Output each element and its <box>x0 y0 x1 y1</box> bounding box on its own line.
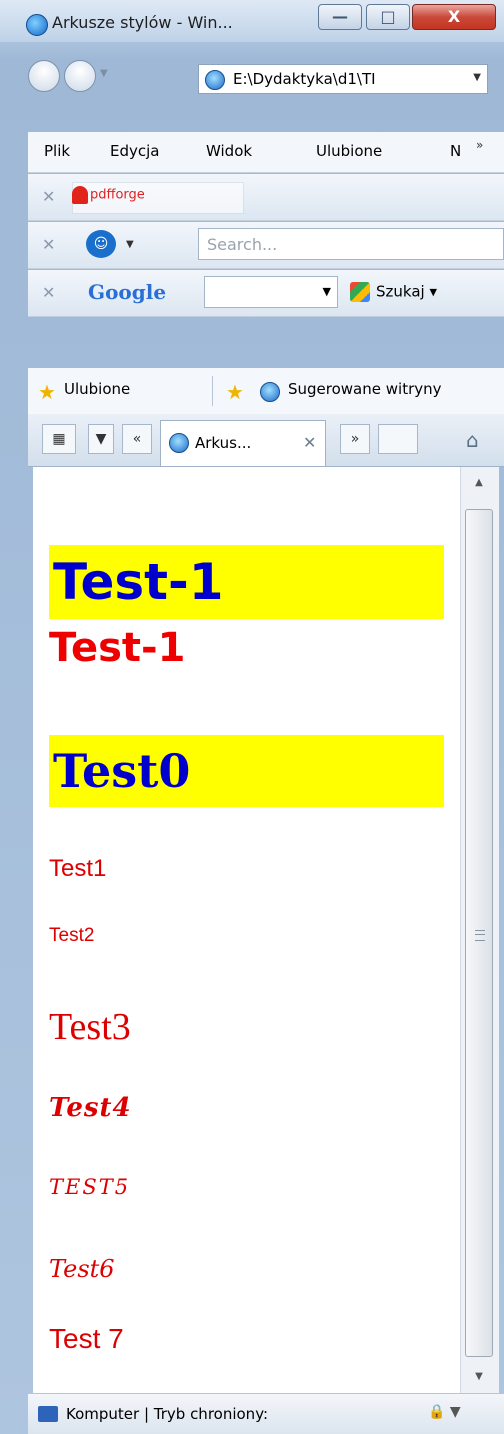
test0-highlighted: Test0 <box>49 735 444 807</box>
chat-bubble-icon[interactable]: ☺ <box>86 230 116 258</box>
menu-widok[interactable]: Widok <box>206 142 252 160</box>
close-button[interactable]: X <box>412 4 496 30</box>
maximize-icon: □ <box>380 7 396 26</box>
google-logo: Google <box>88 280 166 304</box>
suggested-sites-icon <box>260 382 280 402</box>
menu-chevron-icon[interactable]: » <box>476 138 483 152</box>
history-dropdown-icon[interactable]: ▼ <box>100 68 108 79</box>
tab-close-icon[interactable]: ✕ <box>303 433 316 452</box>
google-search-icon <box>350 282 370 302</box>
favorites-bar: ★ Ulubione ★ Sugerowane witryny <box>28 368 504 415</box>
google-toolbar: ✕ Google ▼ Szukaj ▾ <box>28 270 504 317</box>
pdfforge-label: pdfforge <box>90 187 145 203</box>
tab-scroll-back-icon[interactable]: « <box>122 424 152 454</box>
menu-more-item[interactable]: N <box>450 142 461 160</box>
close-toolbar-icon[interactable]: ✕ <box>42 235 55 254</box>
window-title: Arkusze stylów - Win... <box>52 13 233 32</box>
favorites-button[interactable]: Ulubione <box>64 380 130 398</box>
scroll-down-icon[interactable]: ▼ <box>465 1363 493 1391</box>
flame-icon <box>72 186 88 204</box>
address-text: E:\Dydaktyka\d1\TI <box>233 70 376 88</box>
title-bar[interactable]: Arkusze stylów - Win... — □ X <box>0 0 504 42</box>
home-icon[interactable]: ⌂ <box>466 428 479 452</box>
tab-label: Arkus... <box>195 434 252 452</box>
search-input[interactable]: Search... <box>198 228 504 260</box>
internet-explorer-icon <box>26 14 48 36</box>
page-icon <box>205 70 225 90</box>
minimize-icon: — <box>332 7 348 26</box>
computer-zone-icon <box>38 1406 58 1422</box>
vertical-scrollbar[interactable]: ▲ ▼ <box>460 467 499 1393</box>
maximize-button[interactable]: □ <box>366 4 410 30</box>
chat-dropdown-icon[interactable]: ▼ <box>126 239 134 250</box>
google-search-input[interactable]: ▼ <box>204 276 338 308</box>
suggested-sites-link[interactable]: Sugerowane witryny <box>288 380 442 398</box>
tab-bar: ▦ ▼ « Arkus... ✕ » ⌂ <box>28 414 504 467</box>
back-button[interactable] <box>28 60 60 92</box>
close-icon: X <box>447 7 461 26</box>
page-content: Test-1 Test-1 Test0 Test1 Test2 Test3 Te… <box>33 467 460 1393</box>
menu-ulubione[interactable]: Ulubione <box>316 142 382 160</box>
scrollbar-thumb[interactable] <box>465 509 493 1357</box>
scroll-grip-icon <box>475 930 485 941</box>
add-favorite-icon[interactable]: ★ <box>226 380 244 404</box>
menu-plik[interactable]: Plik <box>44 142 70 160</box>
tab-list-dropdown-icon[interactable]: ▼ <box>88 424 114 454</box>
scroll-up-icon[interactable]: ▲ <box>465 469 493 497</box>
test4-text: Test4 <box>49 1093 132 1123</box>
browser-window: Arkusze stylów - Win... — □ X ▼ E:\Dydak… <box>0 0 504 1434</box>
favorites-star-icon: ★ <box>38 380 56 404</box>
google-logo-text: Google <box>88 280 167 304</box>
menu-bar: Plik Edycja Widok Ulubione N » <box>28 132 504 173</box>
test-minus1-red: Test-1 <box>49 625 186 671</box>
test-minus1-highlighted: Test-1 <box>49 545 444 619</box>
navigation-bar: ▼ E:\Dydaktyka\d1\TI ▼ <box>0 54 504 100</box>
test1-text: Test1 <box>49 855 107 882</box>
quick-tabs-grid-icon[interactable]: ▦ <box>42 424 76 454</box>
pdfforge-logo[interactable]: pdfforge <box>72 186 145 204</box>
pdfforge-toolbar: ✕ pdfforge <box>28 174 504 221</box>
minimize-button[interactable]: — <box>318 4 362 30</box>
status-text: Komputer | Tryb chroniony: <box>66 1405 269 1423</box>
menu-edycja[interactable]: Edycja <box>110 142 159 160</box>
new-tab-button[interactable] <box>378 424 418 454</box>
search-toolbar: ✕ ☺ ▼ Search... <box>28 222 504 269</box>
status-bar: Komputer | Tryb chroniony: 🔒 ▼ <box>28 1393 504 1434</box>
divider <box>212 376 213 406</box>
close-toolbar-icon[interactable]: ✕ <box>42 283 55 302</box>
google-dropdown-icon[interactable]: ▼ <box>323 285 331 298</box>
test6-text: Test6 <box>49 1255 115 1283</box>
search-placeholder: Search... <box>207 235 278 254</box>
close-toolbar-icon[interactable]: ✕ <box>42 187 55 206</box>
google-search-button[interactable]: Szukaj ▾ <box>350 282 437 302</box>
test3-text: Test3 <box>49 1006 131 1048</box>
protected-mode-lock-icon[interactable]: 🔒 ▼ <box>428 1404 461 1420</box>
tab-arkusze[interactable]: Arkus... ✕ <box>160 420 326 466</box>
test5-text: TEST5 <box>49 1175 131 1199</box>
forward-button[interactable] <box>64 60 96 92</box>
address-dropdown-icon[interactable]: ▼ <box>473 72 481 83</box>
test7-text: Test 7 <box>49 1323 124 1354</box>
google-search-label: Szukaj <box>376 282 425 301</box>
tab-scroll-forward-icon[interactable]: » <box>340 424 370 454</box>
tab-page-icon <box>169 433 189 453</box>
test2-text: Test2 <box>49 925 95 946</box>
address-bar[interactable]: E:\Dydaktyka\d1\TI ▼ <box>198 64 488 94</box>
